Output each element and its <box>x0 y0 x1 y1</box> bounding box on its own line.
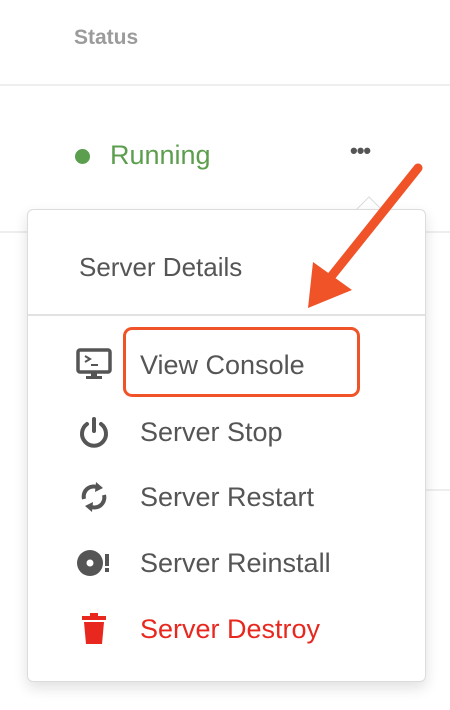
arrow-annotation-icon <box>308 163 423 308</box>
